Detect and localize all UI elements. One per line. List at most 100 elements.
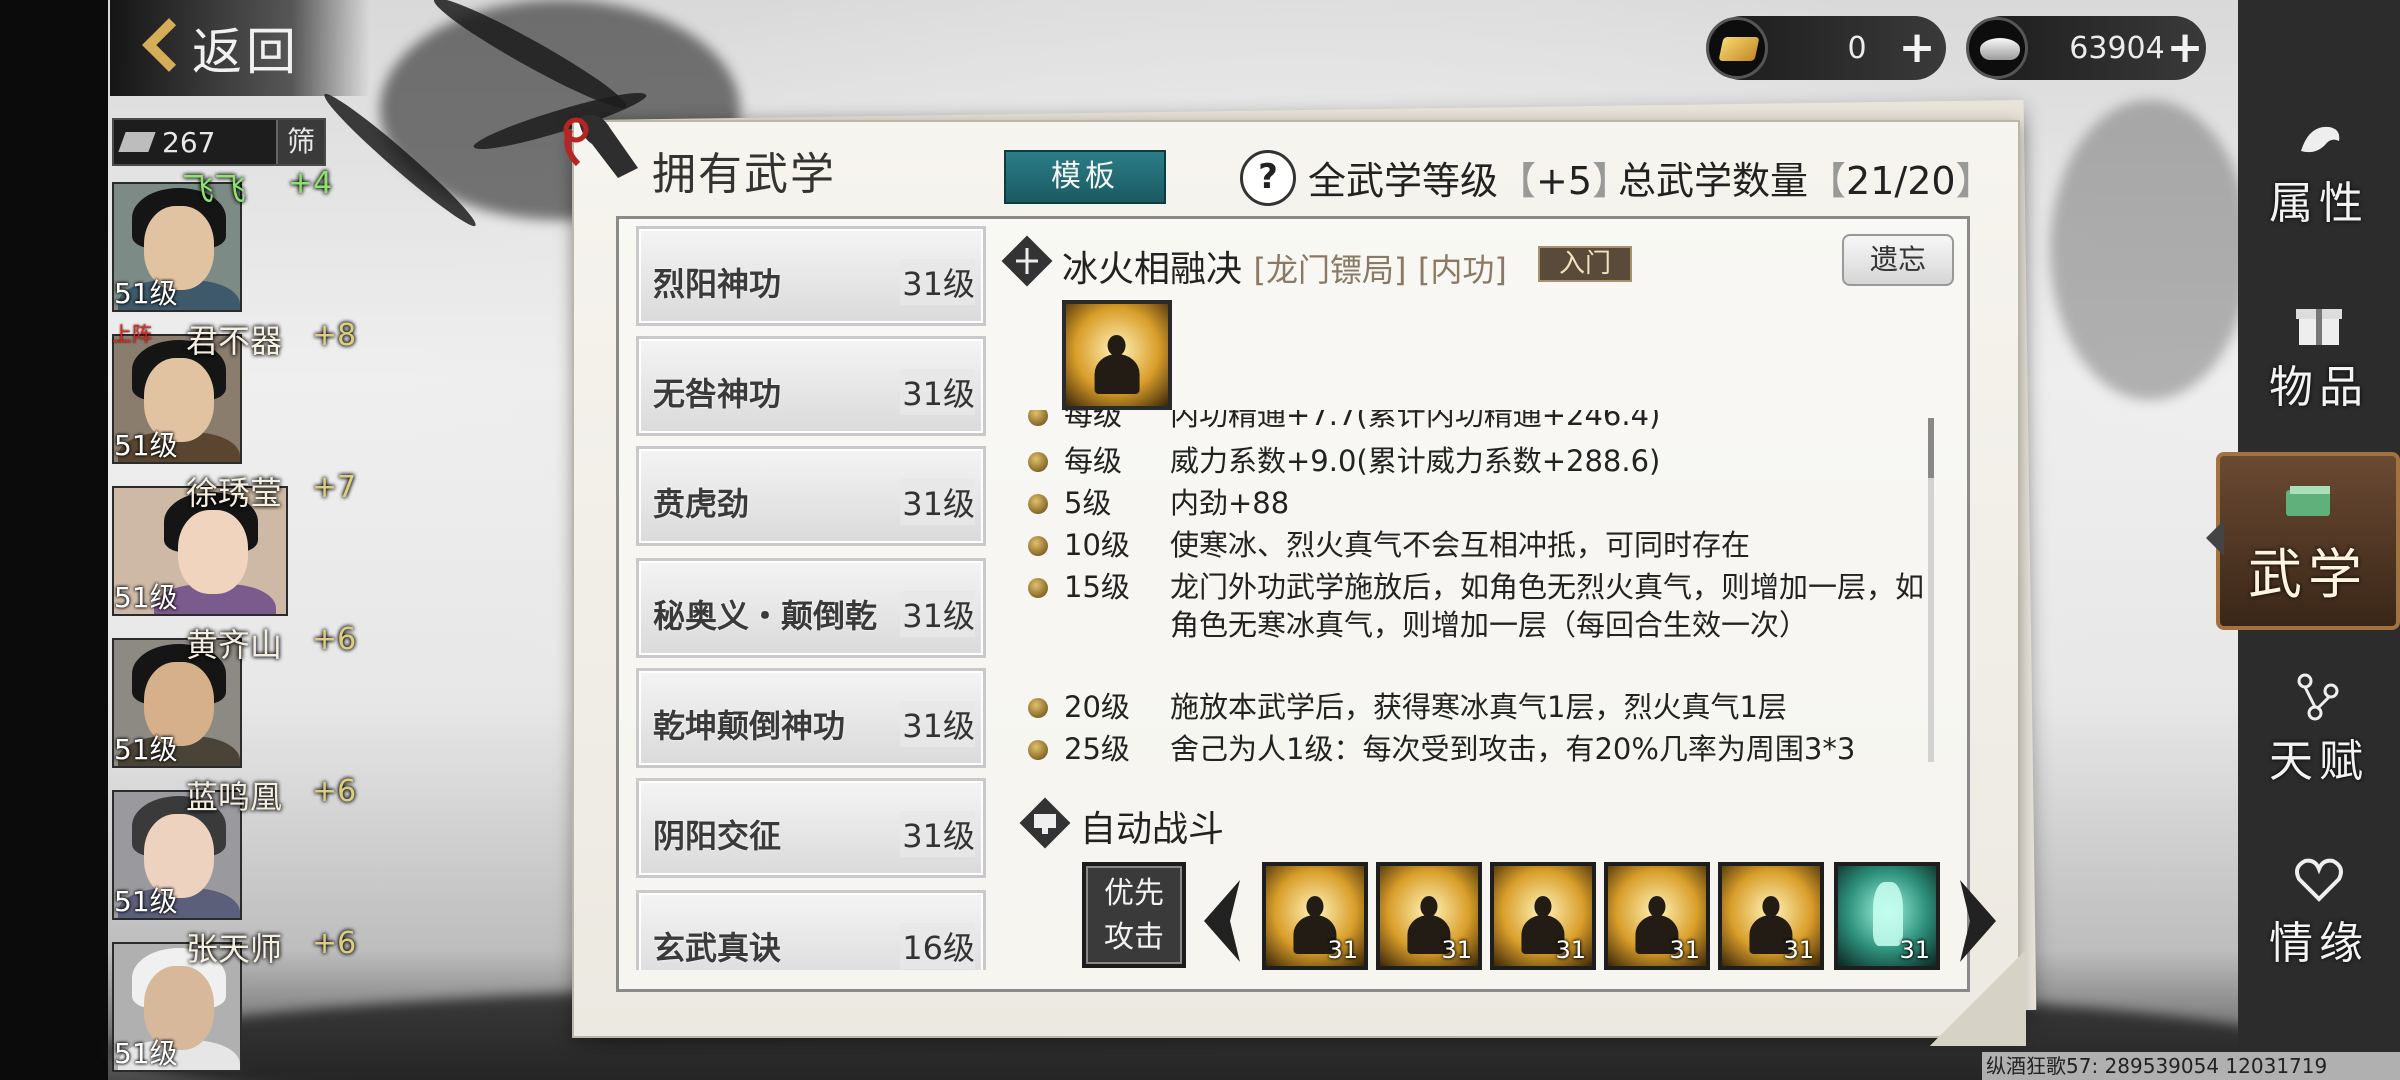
gold-ingot-icon bbox=[1706, 17, 1768, 79]
skill-name: 贲虎劲 bbox=[653, 485, 750, 523]
game-screen: 返回 0 + 63904 + 267 筛 飞飞 +4 51级 上阵 君不器 +8… bbox=[0, 0, 2400, 1080]
roster-count-icon bbox=[114, 122, 162, 162]
hero-name: 君不器 bbox=[186, 322, 283, 360]
skill-name: 无咎神功 bbox=[653, 375, 782, 413]
skill-name: 秘奥义・颠倒乾 bbox=[653, 597, 878, 635]
skill-rank-badge: 入门 bbox=[1538, 246, 1632, 282]
auto-skill-slot[interactable]: 31 bbox=[1490, 862, 1596, 970]
talent-tree-icon bbox=[2297, 673, 2339, 721]
server-info-label: 纵酒狂歌57: 289539054 12031719 bbox=[1982, 1052, 2400, 1080]
bullet-icon bbox=[1028, 410, 1048, 426]
skill-icon bbox=[1062, 300, 1172, 410]
bullet-icon bbox=[1028, 536, 1048, 556]
priority-attack-button[interactable]: 优先 攻击 bbox=[1082, 862, 1186, 968]
nav-martial-arts[interactable]: 武学 bbox=[2216, 452, 2400, 630]
bullet-icon bbox=[1028, 578, 1048, 598]
hero-bonus: +7 bbox=[312, 470, 357, 505]
skill-effects-list[interactable]: 每级 内功精通+7.7(累计内功精通+246.4) 每级 威力系数+9.0(累计… bbox=[1010, 410, 1930, 778]
hero-card[interactable]: 黄齐山 +6 51级 bbox=[112, 620, 356, 768]
slots-prev-arrow-icon[interactable] bbox=[1196, 876, 1246, 966]
template-button[interactable]: 模板 bbox=[1004, 150, 1166, 204]
skill-type-tag: [内功] bbox=[1417, 251, 1507, 289]
monitor-icon bbox=[1019, 797, 1071, 849]
back-button[interactable]: 返回 bbox=[110, 0, 370, 96]
nav-items[interactable]: 物品 bbox=[2238, 280, 2400, 430]
skill-detail-name: 冰火相融决 bbox=[1062, 249, 1243, 290]
auto-skill-slot[interactable]: 31 bbox=[1718, 862, 1824, 970]
skill-list-item[interactable]: 无咎神功 31级 bbox=[636, 336, 986, 436]
skill-level: 31级 bbox=[900, 479, 975, 525]
skill-list[interactable]: 烈阳神功 31级 无咎神功 31级 贲虎劲 31级 秘奥义・颠倒乾 31级 乾坤… bbox=[636, 226, 988, 970]
ink-bamboo-decoration bbox=[2050, 100, 2250, 400]
effect-level: 每级 bbox=[1064, 410, 1123, 432]
skill-list-item[interactable]: 玄武真诀 16级 bbox=[636, 890, 986, 970]
auto-battle-label: 自动战斗 bbox=[1080, 809, 1225, 850]
effect-level: 10级 bbox=[1064, 528, 1130, 562]
nav-talents[interactable]: 天赋 bbox=[2238, 654, 2400, 804]
all-skill-level-value: +5 bbox=[1536, 159, 1593, 203]
skill-list-item[interactable]: 阴阳交征 31级 bbox=[636, 778, 986, 878]
right-nav: 属性 物品 武学 天赋 情缘 bbox=[2216, 0, 2400, 1080]
hero-name: 徐琇莹 bbox=[186, 474, 283, 512]
hero-card[interactable]: 飞飞 +4 51级 bbox=[112, 164, 332, 312]
silver-ingot-icon bbox=[1966, 17, 2028, 79]
filter-button[interactable]: 筛 bbox=[276, 120, 324, 164]
hero-name: 黄齐山 bbox=[186, 626, 283, 664]
help-icon[interactable]: ? bbox=[1240, 150, 1296, 206]
skill-list-item[interactable]: 乾坤颠倒神功 31级 bbox=[636, 668, 986, 768]
skill-level: 31级 bbox=[900, 259, 975, 305]
nav-bonds[interactable]: 情缘 bbox=[2238, 836, 2400, 986]
auto-skill-slot[interactable]: 31 bbox=[1604, 862, 1710, 970]
effect-level: 20级 bbox=[1064, 690, 1130, 724]
effect-text: 威力系数+9.0(累计威力系数+288.6) bbox=[1170, 444, 1661, 478]
nav-attributes[interactable]: 属性 bbox=[2238, 96, 2400, 246]
hero-bonus: +4 bbox=[288, 166, 333, 201]
effect-text: 内劲+88 bbox=[1170, 486, 1290, 520]
add-gold-button[interactable]: + bbox=[1892, 16, 1948, 80]
hero-level: 51级 bbox=[114, 581, 178, 614]
hero-card-selected[interactable]: 徐琇莹 +7 51级 bbox=[112, 468, 362, 620]
all-skill-level: 全武学等级【+5】 bbox=[1308, 159, 1631, 203]
skill-name: 玄武真诀 bbox=[653, 929, 782, 967]
add-silver-button[interactable]: + bbox=[2160, 16, 2216, 80]
skill-list-item[interactable]: 烈阳神功 31级 bbox=[636, 226, 986, 326]
skill-name: 烈阳神功 bbox=[653, 265, 782, 303]
skill-list-item[interactable]: 贲虎劲 31级 bbox=[636, 446, 986, 546]
forget-button[interactable]: 遗忘 bbox=[1842, 234, 1954, 286]
hero-card[interactable]: 张天师 +6 51级 bbox=[112, 924, 356, 1072]
meditating-monk-icon bbox=[1094, 334, 1140, 394]
knot-ornament-icon bbox=[563, 114, 638, 178]
hero-card[interactable]: 上阵 君不器 +8 51级 bbox=[112, 316, 356, 464]
effect-text: 内功精通+7.7(累计内功精通+246.4) bbox=[1170, 410, 1661, 432]
bullet-icon bbox=[1028, 740, 1048, 760]
hero-name: 飞飞 bbox=[182, 170, 247, 208]
effect-text: 舍己为人1级：每次受到攻击，有20%几率为周围3*3 bbox=[1170, 732, 1856, 766]
effect-level: 5级 bbox=[1064, 486, 1112, 520]
skill-list-item[interactable]: 秘奥义・颠倒乾 31级 bbox=[636, 558, 986, 658]
deployed-tag: 上阵 bbox=[112, 322, 152, 346]
skill-level: 31级 bbox=[900, 811, 975, 857]
heart-icon bbox=[2295, 858, 2343, 902]
auto-skill-slot[interactable]: 31 bbox=[1376, 862, 1482, 970]
auto-skill-slot[interactable]: 31 bbox=[1262, 862, 1368, 970]
hero-card[interactable]: 蓝鸣凰 +6 51级 bbox=[112, 772, 356, 920]
gift-box-icon bbox=[2296, 309, 2342, 345]
hero-level: 51级 bbox=[114, 277, 178, 310]
skill-detail-title: 冰火相融决 [龙门镖局] [内功] bbox=[1062, 240, 1507, 292]
bullet-icon bbox=[1028, 452, 1048, 472]
nav-pointer-icon bbox=[2206, 520, 2224, 556]
roster-count: 267 bbox=[162, 125, 216, 159]
effect-level: 每级 bbox=[1064, 444, 1123, 478]
bullet-icon bbox=[1028, 494, 1048, 514]
hero-level: 51级 bbox=[114, 733, 178, 766]
effect-text: 施放本武学后，获得寒冰真气1层，烈火真气1层 bbox=[1170, 690, 1787, 724]
hero-name: 蓝鸣凰 bbox=[186, 778, 283, 816]
panel-title: 拥有武学 bbox=[652, 149, 836, 200]
effect-text: 龙门外功武学施放后，如角色无烈火真气，则增加一层，如角色无寒冰真气，则增加一层（… bbox=[1170, 570, 1925, 642]
back-label: 返回 bbox=[192, 23, 300, 81]
skill-level: 31级 bbox=[900, 701, 975, 747]
effects-scrollbar-thumb[interactable] bbox=[1928, 418, 1934, 478]
skill-level: 16级 bbox=[900, 923, 975, 969]
auto-skill-slot[interactable]: 31 bbox=[1834, 862, 1940, 970]
bullet-icon bbox=[1028, 698, 1048, 718]
